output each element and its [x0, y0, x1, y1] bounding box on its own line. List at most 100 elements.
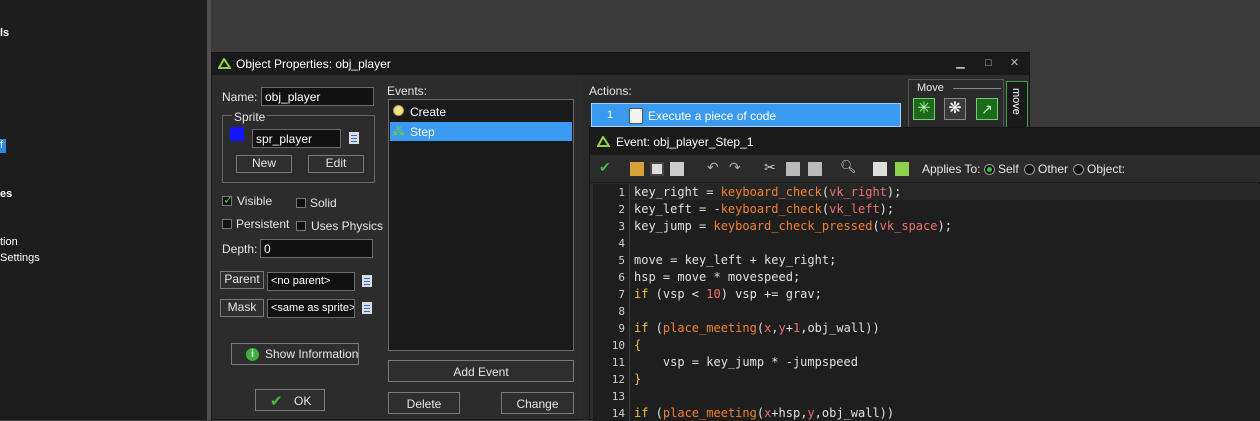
line-number: 9: [618, 322, 625, 335]
new-sprite-button[interactable]: New: [236, 155, 292, 173]
code-line: key_left = -keyboard_check(vk_left);: [634, 202, 895, 216]
window-titlebar[interactable]: Object Properties: obj_player ▁ □ ✕: [212, 53, 1029, 75]
move-tab-label: move: [1010, 88, 1022, 115]
code-line: if (vsp < 10) vsp += grav;: [634, 287, 822, 301]
add-event-button[interactable]: Add Event: [388, 360, 574, 382]
sprite-field[interactable]: spr_player: [252, 129, 341, 148]
uses-physics-checkbox[interactable]: [296, 221, 306, 231]
applies-other-radio[interactable]: [1024, 164, 1035, 175]
uses-physics-label: Uses Physics: [311, 219, 384, 233]
mask-menu-icon[interactable]: [361, 301, 375, 315]
tree-item[interactable]: Settings: [0, 252, 40, 264]
edit-sprite-button[interactable]: Edit: [308, 155, 364, 173]
move-group-label: Move: [917, 82, 944, 94]
code-line: key_jump = keyboard_check_pressed(vk_spa…: [634, 219, 952, 233]
tree-item[interactable]: tion: [0, 236, 18, 248]
line-number: 7: [618, 288, 625, 301]
move-towards-icon[interactable]: ↗: [976, 98, 998, 120]
mask-button[interactable]: Mask: [220, 299, 264, 317]
actions-label: Actions:: [589, 84, 632, 98]
depth-field[interactable]: 0: [260, 239, 373, 258]
tree-item[interactable]: es: [0, 188, 12, 200]
events-list[interactable]: Create ⁂ Step: [388, 99, 574, 351]
parent-menu-icon[interactable]: [361, 274, 375, 288]
name-field[interactable]: obj_player: [261, 87, 374, 106]
print-icon[interactable]: [670, 162, 684, 176]
minimize-icon[interactable]: ▁: [953, 57, 968, 70]
visible-label: Visible: [237, 194, 273, 208]
code-line: {: [634, 338, 642, 352]
code-text-area[interactable]: 1 2 3 4 5 6 7 8 9 10 11 12 13 14 key_rig…: [593, 184, 1260, 421]
move-actions-panel: Move ✳ ❋ ↗: [908, 79, 1004, 129]
gamemaker-logo-icon: [597, 136, 610, 147]
window-titlebar[interactable]: Event: obj_player_Step_1: [590, 128, 1260, 155]
depth-label: Depth:: [222, 242, 258, 256]
resource-tree-pane[interactable]: ls f es tion Settings: [0, 0, 207, 420]
line-number: 5: [618, 254, 625, 267]
applies-to-label: Applies To:: [922, 162, 981, 176]
checkmark-icon: ✔: [270, 393, 283, 410]
move-free-icon[interactable]: ❋: [944, 98, 966, 120]
line-number: 2: [618, 203, 625, 216]
columns-icon[interactable]: [873, 162, 887, 176]
ok-button[interactable]: ✔ OK: [255, 389, 325, 411]
event-item-create[interactable]: Create: [390, 102, 572, 121]
line-number: 10: [611, 339, 625, 352]
action-label: Execute a piece of code: [648, 109, 777, 123]
sprite-group-label: Sprite: [232, 110, 268, 124]
code-line: }: [634, 372, 642, 386]
lightbulb-icon: [393, 105, 404, 116]
code-toolbar: ✔ ↶ ↷ ✂ 🔍︎ Applies To: Self Other Object…: [590, 155, 1260, 183]
line-number: 4: [618, 237, 625, 250]
code-line: if (place_meeting(x,y+1,obj_wall)): [634, 321, 880, 335]
tree-item[interactable]: ls: [0, 27, 9, 39]
persistent-label: Persistent: [236, 217, 290, 231]
undo-icon[interactable]: ↶: [707, 159, 721, 175]
line-number: 14: [611, 407, 625, 420]
cut-icon[interactable]: ✂: [764, 159, 778, 175]
open-icon[interactable]: [630, 162, 644, 176]
line-number: 1: [618, 186, 625, 199]
check-code-icon[interactable]: [895, 162, 909, 176]
parent-field[interactable]: <no parent>: [267, 272, 355, 291]
events-label: Events:: [387, 84, 428, 98]
info-icon: i: [246, 348, 259, 361]
show-information-button[interactable]: i Show Information: [231, 343, 359, 365]
sprite-thumbnail: [230, 127, 244, 141]
redo-icon[interactable]: ↷: [729, 159, 743, 175]
applies-other-label: Other: [1038, 162, 1069, 176]
code-line: vsp = key_jump * -jumpspeed: [634, 355, 858, 369]
save-icon[interactable]: [650, 162, 664, 176]
ok-checkmark-icon[interactable]: ✔: [599, 159, 613, 175]
applies-self-radio[interactable]: [984, 164, 995, 175]
code-editor-window: Event: obj_player_Step_1 ✔ ↶ ↷ ✂ 🔍︎ Appl…: [589, 127, 1260, 421]
code-window-title: Event: obj_player_Step_1: [616, 135, 754, 149]
tree-item[interactable]: f: [0, 139, 3, 151]
event-item-step[interactable]: ⁂ Step: [390, 122, 572, 141]
step-footprints-icon: ⁂: [392, 124, 405, 139]
change-event-button[interactable]: Change: [501, 392, 574, 414]
show-information-label: Show Information: [265, 347, 359, 361]
solid-checkbox[interactable]: [296, 198, 306, 208]
code-line: key_right = keyboard_check(vk_right);: [634, 185, 902, 199]
copy-icon[interactable]: [786, 162, 800, 176]
parent-button[interactable]: Parent: [220, 271, 264, 289]
applies-object-radio[interactable]: [1073, 164, 1084, 175]
sprite-menu-icon[interactable]: [348, 131, 362, 145]
paste-icon[interactable]: [808, 162, 822, 176]
persistent-checkbox[interactable]: [222, 219, 232, 229]
close-icon[interactable]: ✕: [1007, 57, 1022, 70]
maximize-icon[interactable]: □: [981, 57, 996, 70]
line-number: 12: [611, 373, 625, 386]
code-line: hsp = move * movespeed;: [634, 270, 801, 284]
line-number: 6: [618, 271, 625, 284]
event-label: Create: [410, 105, 447, 119]
find-icon[interactable]: 🔍︎: [840, 159, 857, 174]
visible-checkbox[interactable]: [222, 192, 234, 208]
mask-field[interactable]: <same as sprite>: [267, 299, 355, 318]
action-item[interactable]: 1 Execute a piece of code: [591, 103, 901, 127]
name-label: Name:: [222, 90, 258, 104]
ok-label: OK: [294, 394, 312, 408]
move-fixed-icon[interactable]: ✳: [913, 98, 935, 120]
delete-event-button[interactable]: Delete: [388, 392, 460, 414]
